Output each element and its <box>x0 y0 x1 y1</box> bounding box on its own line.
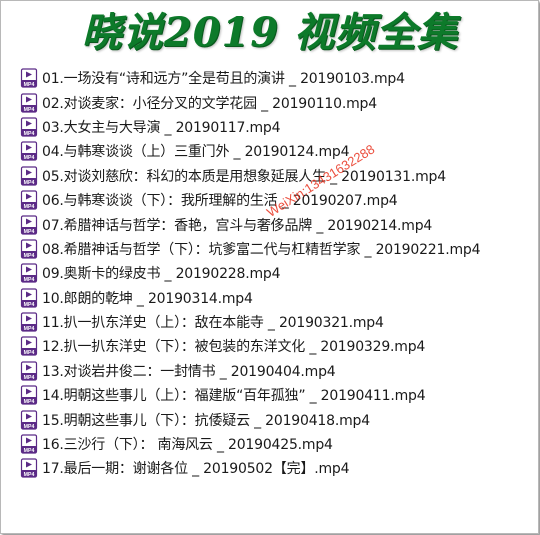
svg-text:MP4: MP4 <box>24 399 35 405</box>
file-list-item[interactable]: MP4 17.最后一期：谢谢各位 _ 20190502【完】.mp4 <box>20 456 535 480</box>
file-list-item[interactable]: MP4 10.郎朗的乾坤 _ 20190314.mp4 <box>20 286 535 310</box>
mp4-file-icon: MP4 <box>20 434 38 454</box>
svg-text:MP4: MP4 <box>24 472 35 478</box>
file-list-item[interactable]: MP4 12.扒一扒东洋史（下）：被包装的东洋文化 _ 20190329.mp4 <box>20 334 535 358</box>
file-list-item[interactable]: MP4 11.扒一扒东洋史（上）：敌在本能寺 _ 20190321.mp4 <box>20 310 535 334</box>
mp4-file-icon: MP4 <box>20 166 38 186</box>
mp4-file-icon: MP4 <box>20 141 38 161</box>
mp4-file-icon: MP4 <box>20 312 38 332</box>
file-name: 02.对谈麦家：小径分叉的文学花园 _ 20190110.mp4 <box>42 95 377 112</box>
file-name: 11.扒一扒东洋史（上）：敌在本能寺 _ 20190321.mp4 <box>42 315 384 332</box>
file-name: 08.希腊神话与哲学（下）：坑爹富二代与杠精哲学家 _ 20190221.mp4 <box>42 241 481 258</box>
file-list-item[interactable]: MP4 16.三沙行（下）： 南海风云 _ 20190425.mp4 <box>20 432 535 456</box>
svg-text:MP4: MP4 <box>24 448 35 454</box>
file-list-item[interactable]: MP4 07.希腊神话与哲学：香艳，宫斗与奢侈品牌 _ 20190214.mp4 <box>20 212 535 236</box>
svg-text:MP4: MP4 <box>24 302 35 308</box>
file-list-item[interactable]: MP4 02.对谈麦家：小径分叉的文学花园 _ 20190110.mp4 <box>20 90 535 114</box>
svg-text:MP4: MP4 <box>24 253 35 259</box>
mp4-file-icon: MP4 <box>20 410 38 429</box>
mp4-file-icon: MP4 <box>20 239 38 259</box>
file-name: 15.明朝这些事儿（下）：抗倭疑云 _ 20190418.mp4 <box>42 412 370 429</box>
file-name: 05.对谈刘慈欣：科幻的本质是用想象延展人生 _ 20190131.mp4 <box>42 168 446 185</box>
mp4-file-icon: MP4 <box>20 117 38 137</box>
svg-text:MP4: MP4 <box>24 326 35 332</box>
file-list-item[interactable]: MP4 05.对谈刘慈欣：科幻的本质是用想象延展人生 _ 20190131.mp4 <box>20 164 535 188</box>
mp4-file-icon: MP4 <box>20 336 38 356</box>
mp4-file-icon: MP4 <box>20 263 38 283</box>
file-name: 10.郎朗的乾坤 _ 20190314.mp4 <box>42 290 253 307</box>
file-name: 13.对谈岩井俊二：一封情书 _ 20190404.mp4 <box>42 363 336 380</box>
file-name: 16.三沙行（下）： 南海风云 _ 20190425.mp4 <box>42 437 333 454</box>
file-list-item[interactable]: MP4 06.与韩寒谈谈（下）：我所理解的生活 _ 20190207.mp4 <box>20 188 535 212</box>
mp4-file-icon: MP4 <box>20 214 38 234</box>
mp4-file-icon: MP4 <box>20 361 38 381</box>
svg-text:MP4: MP4 <box>24 375 35 381</box>
file-name: 07.希腊神话与哲学：香艳，宫斗与奢侈品牌 _ 20190214.mp4 <box>42 217 433 234</box>
mp4-file-icon: MP4 <box>20 458 38 478</box>
file-list-item[interactable]: MP4 01.一场没有“诗和远方”全是苟且的演讲 _ 20190103.mp4 <box>20 66 535 90</box>
file-name: 12.扒一扒东洋史（下）：被包装的东洋文化 _ 20190329.mp4 <box>42 339 426 356</box>
mp4-file-icon: MP4 <box>20 68 38 88</box>
mp4-file-icon: MP4 <box>20 385 38 405</box>
svg-text:MP4: MP4 <box>24 350 35 356</box>
file-name: 14.明朝这些事儿（上）：福建版“百年孤独” _ 20190411.mp4 <box>42 388 426 405</box>
file-list-item[interactable]: MP4 09.奥斯卡的绿皮书 _ 20190228.mp4 <box>20 261 535 285</box>
mp4-file-icon: MP4 <box>20 92 38 112</box>
file-list: MP4 01.一场没有“诗和远方”全是苟且的演讲 _ 20190103.mp4 MP… <box>20 66 535 481</box>
file-list-item[interactable]: MP4 03.大女主与大导演 _ 20190117.mp4 <box>20 115 535 139</box>
file-name: 03.大女主与大导演 _ 20190117.mp4 <box>42 119 281 136</box>
file-list-item[interactable]: MP4 04.与韩寒谈谈（上）三重门外 _ 20190124.mp4 <box>20 139 535 163</box>
svg-text:MP4: MP4 <box>24 82 35 88</box>
svg-text:MP4: MP4 <box>24 277 35 283</box>
file-list-item[interactable]: MP4 14.明朝这些事儿（上）：福建版“百年孤独” _ 20190411.mp4 <box>20 383 535 407</box>
svg-text:MP4: MP4 <box>24 180 35 186</box>
file-list-item[interactable]: MP4 08.希腊神话与哲学（下）：坑爹富二代与杠精哲学家 _ 20190221.… <box>20 237 535 261</box>
file-list-item[interactable]: MP4 15.明朝这些事儿（下）：抗倭疑云 _ 20190418.mp4 <box>20 407 535 431</box>
svg-text:MP4: MP4 <box>24 423 35 429</box>
mp4-file-icon: MP4 <box>20 288 38 308</box>
svg-text:MP4: MP4 <box>24 106 35 112</box>
file-name: 01.一场没有“诗和远方”全是苟且的演讲 _ 20190103.mp4 <box>42 71 405 88</box>
file-name: 06.与韩寒谈谈（下）：我所理解的生活 _ 20190207.mp4 <box>42 193 398 210</box>
file-name: 04.与韩寒谈谈（上）三重门外 _ 20190124.mp4 <box>42 144 350 161</box>
svg-text:MP4: MP4 <box>24 131 35 137</box>
svg-text:MP4: MP4 <box>24 204 35 210</box>
page-title: 晓说2019 视频全集 <box>81 9 459 56</box>
mp4-file-icon: MP4 <box>20 190 38 210</box>
file-name: 17.最后一期：谢谢各位 _ 20190502【完】.mp4 <box>42 461 350 478</box>
svg-text:MP4: MP4 <box>24 155 35 161</box>
svg-text:MP4: MP4 <box>24 228 35 234</box>
file-name: 09.奥斯卡的绿皮书 _ 20190228.mp4 <box>42 266 281 283</box>
file-list-item[interactable]: MP4 13.对谈岩井俊二：一封情书 _ 20190404.mp4 <box>20 359 535 383</box>
